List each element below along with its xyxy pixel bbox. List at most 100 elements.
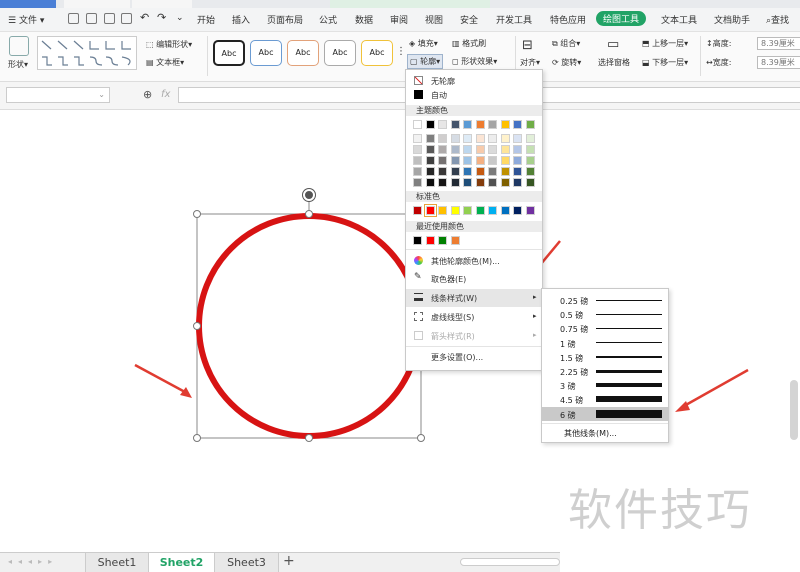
theme-tint-swatch[interactable] bbox=[475, 145, 485, 154]
theme-color-swatch[interactable] bbox=[500, 120, 510, 129]
tab-doc-assistant[interactable]: 文档助手 bbox=[714, 13, 750, 26]
resize-handle-nw[interactable] bbox=[193, 210, 201, 218]
theme-tint-swatch[interactable] bbox=[413, 178, 422, 187]
theme-color-swatch[interactable] bbox=[413, 120, 422, 129]
theme-tint-swatch[interactable] bbox=[500, 134, 510, 143]
align-icon[interactable]: ⊟ bbox=[522, 38, 533, 53]
print-preview-icon[interactable] bbox=[121, 13, 132, 24]
line-shapes-gallery[interactable] bbox=[37, 36, 137, 70]
theme-tint-swatch[interactable] bbox=[475, 134, 485, 143]
line-style-item[interactable]: 线条样式(W) ▸ bbox=[406, 289, 542, 307]
tab-view[interactable]: 视图 bbox=[425, 13, 443, 26]
dash-type-item[interactable]: 虚线线型(S) ▸ bbox=[406, 309, 542, 325]
standard-color-swatch[interactable] bbox=[488, 206, 497, 215]
theme-tint-swatch[interactable] bbox=[525, 134, 535, 143]
doc-tab-2[interactable] bbox=[132, 0, 192, 8]
eyedropper-item[interactable]: ✎ 取色器(E) bbox=[406, 271, 542, 287]
standard-color-swatch[interactable] bbox=[450, 206, 460, 215]
no-outline-item[interactable]: 无轮廓 bbox=[406, 74, 542, 88]
height-input[interactable]: 8.39厘米 bbox=[757, 37, 800, 50]
recent-color-swatch[interactable] bbox=[450, 236, 460, 245]
rotate-handle-icon[interactable] bbox=[303, 189, 315, 201]
recent-color-swatch[interactable] bbox=[425, 236, 435, 245]
theme-tint-swatch[interactable] bbox=[525, 167, 535, 176]
style-sample-4[interactable]: Abc bbox=[324, 40, 356, 66]
theme-tint-swatch[interactable] bbox=[425, 134, 435, 143]
align-button[interactable]: 对齐▾ bbox=[520, 57, 540, 68]
file-menu[interactable]: ☰ 文件 ▾ bbox=[8, 13, 44, 26]
shape-button[interactable]: 形状▾ bbox=[8, 59, 28, 70]
theme-tint-swatch[interactable] bbox=[438, 178, 447, 187]
theme-color-swatch[interactable] bbox=[525, 120, 535, 129]
resize-handle-s[interactable] bbox=[305, 434, 313, 442]
style-sample-3[interactable]: Abc bbox=[287, 40, 319, 66]
theme-tint-swatch[interactable] bbox=[450, 134, 460, 143]
theme-tint-swatch[interactable] bbox=[438, 167, 447, 176]
line-weight-option[interactable]: 0.25 磅 bbox=[542, 293, 668, 307]
theme-color-swatch[interactable] bbox=[450, 120, 460, 129]
fx-icon[interactable]: fx bbox=[161, 89, 170, 100]
tab-insert[interactable]: 插入 bbox=[232, 13, 250, 26]
more-lines-item[interactable]: 其他线条(M)... bbox=[564, 428, 617, 439]
tab-security[interactable]: 安全 bbox=[460, 13, 478, 26]
theme-tint-swatch[interactable] bbox=[513, 145, 522, 154]
theme-tint-swatch[interactable] bbox=[463, 134, 472, 143]
line-weight-option[interactable]: 0.5 磅 bbox=[542, 307, 668, 321]
theme-tint-swatch[interactable] bbox=[475, 178, 485, 187]
theme-color-swatch[interactable] bbox=[425, 120, 435, 129]
theme-tint-swatch[interactable] bbox=[463, 167, 472, 176]
theme-tint-swatch[interactable] bbox=[438, 134, 447, 143]
sheet-nav-arrows-icon[interactable]: ◂◂◂▸▸ bbox=[8, 557, 58, 566]
selection-pane-icon[interactable]: ▭ bbox=[607, 37, 619, 52]
line-weight-option[interactable]: 1 磅 bbox=[542, 336, 668, 350]
outline-button[interactable]: ▢ 轮廓▾ bbox=[407, 54, 444, 69]
theme-tint-swatch[interactable] bbox=[525, 156, 535, 165]
theme-tint-swatch[interactable] bbox=[425, 156, 435, 165]
sheet-tab-2-active[interactable]: Sheet2 bbox=[149, 553, 215, 572]
line-weight-option[interactable]: 6 磅 bbox=[542, 406, 668, 421]
theme-color-swatch[interactable] bbox=[513, 120, 522, 129]
sheet-tab-3[interactable]: Sheet3 bbox=[215, 553, 279, 572]
fill-button[interactable]: ◈ 填充▾ bbox=[409, 38, 438, 49]
theme-tint-swatch[interactable] bbox=[513, 178, 522, 187]
recent-color-swatch[interactable] bbox=[413, 236, 422, 245]
tab-home[interactable]: 开始 bbox=[197, 13, 215, 26]
theme-color-swatch[interactable] bbox=[463, 120, 472, 129]
theme-tint-swatch[interactable] bbox=[475, 167, 485, 176]
search-button[interactable]: ⌕查找 bbox=[766, 13, 789, 26]
undo-icon[interactable]: ↶ bbox=[140, 11, 149, 24]
selection-pane-button[interactable]: 选择窗格 bbox=[598, 57, 630, 68]
theme-tint-swatch[interactable] bbox=[513, 156, 522, 165]
horizontal-scrollbar[interactable] bbox=[460, 558, 560, 566]
theme-tint-swatch[interactable] bbox=[488, 156, 497, 165]
standard-color-swatch[interactable] bbox=[475, 206, 485, 215]
width-input[interactable]: 8.39厘米 bbox=[757, 56, 800, 69]
style-sample-2[interactable]: Abc bbox=[250, 40, 282, 66]
theme-tint-swatch[interactable] bbox=[450, 156, 460, 165]
tab-formula[interactable]: 公式 bbox=[319, 13, 337, 26]
style-sample-1[interactable]: Abc bbox=[213, 40, 245, 66]
style-gallery-more-icon[interactable]: ⋮ bbox=[396, 46, 406, 57]
style-sample-5[interactable]: Abc bbox=[361, 40, 393, 66]
tab-data[interactable]: 数据 bbox=[355, 13, 373, 26]
theme-tint-swatch[interactable] bbox=[488, 134, 497, 143]
theme-tint-swatch[interactable] bbox=[425, 178, 435, 187]
line-weight-option[interactable]: 4.5 磅 bbox=[542, 392, 668, 406]
theme-tint-swatch[interactable] bbox=[513, 167, 522, 176]
more-settings-item[interactable]: 更多设置(O)... bbox=[406, 349, 542, 365]
theme-tint-swatch[interactable] bbox=[463, 145, 472, 154]
resize-handle-se[interactable] bbox=[417, 434, 425, 442]
standard-color-swatch[interactable] bbox=[463, 206, 472, 215]
tab-special[interactable]: 特色应用 bbox=[550, 13, 586, 26]
theme-tint-swatch[interactable] bbox=[438, 156, 447, 165]
bring-forward-button[interactable]: ⬒ 上移一层▾ bbox=[642, 38, 688, 49]
home-tab-chip[interactable] bbox=[0, 0, 56, 8]
standard-color-swatch[interactable] bbox=[423, 204, 437, 217]
name-box[interactable]: ⌄ bbox=[6, 87, 110, 103]
theme-tint-swatch[interactable] bbox=[475, 156, 485, 165]
redo-icon[interactable]: ↷ bbox=[157, 11, 166, 24]
save-icon[interactable] bbox=[68, 13, 79, 24]
theme-tint-swatch[interactable] bbox=[500, 167, 510, 176]
standard-color-swatch[interactable] bbox=[500, 206, 510, 215]
theme-tint-swatch[interactable] bbox=[463, 156, 472, 165]
